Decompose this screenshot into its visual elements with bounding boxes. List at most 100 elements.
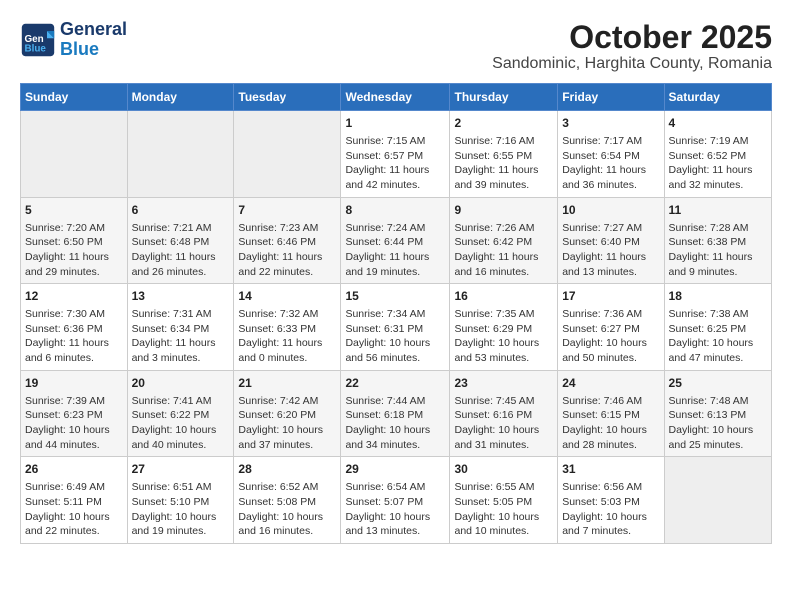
calendar-cell: 7 Sunrise: 7:23 AMSunset: 6:46 PMDayligh… xyxy=(234,197,341,284)
weekday-header-sunday: Sunday xyxy=(21,84,128,111)
weekday-header-tuesday: Tuesday xyxy=(234,84,341,111)
logo: Gen Blue General Blue xyxy=(20,20,127,60)
page-header: Gen Blue General Blue October 2025 Sando… xyxy=(20,20,772,73)
day-number: 9 xyxy=(454,202,553,219)
page-title: October 2025 xyxy=(492,20,772,55)
cell-info: Sunrise: 7:44 AMSunset: 6:18 PMDaylight:… xyxy=(345,395,430,451)
page-subtitle: Sandominic, Harghita County, Romania xyxy=(492,55,772,73)
week-row-2: 5 Sunrise: 7:20 AMSunset: 6:50 PMDayligh… xyxy=(21,197,772,284)
calendar-cell: 2 Sunrise: 7:16 AMSunset: 6:55 PMDayligh… xyxy=(450,111,558,198)
day-number: 13 xyxy=(132,288,230,305)
calendar-cell: 26 Sunrise: 6:49 AMSunset: 5:11 PMDaylig… xyxy=(21,457,128,544)
cell-info: Sunrise: 7:19 AMSunset: 6:52 PMDaylight:… xyxy=(669,135,753,191)
calendar-cell: 8 Sunrise: 7:24 AMSunset: 6:44 PMDayligh… xyxy=(341,197,450,284)
calendar-cell: 22 Sunrise: 7:44 AMSunset: 6:18 PMDaylig… xyxy=(341,370,450,457)
calendar-cell: 21 Sunrise: 7:42 AMSunset: 6:20 PMDaylig… xyxy=(234,370,341,457)
title-block: October 2025 Sandominic, Harghita County… xyxy=(492,20,772,73)
cell-info: Sunrise: 6:51 AMSunset: 5:10 PMDaylight:… xyxy=(132,481,217,537)
weekday-header-row: SundayMondayTuesdayWednesdayThursdayFrid… xyxy=(21,84,772,111)
day-number: 24 xyxy=(562,375,659,392)
cell-info: Sunrise: 7:39 AMSunset: 6:23 PMDaylight:… xyxy=(25,395,110,451)
day-number: 26 xyxy=(25,461,123,478)
day-number: 8 xyxy=(345,202,445,219)
calendar-cell: 11 Sunrise: 7:28 AMSunset: 6:38 PMDaylig… xyxy=(664,197,771,284)
day-number: 15 xyxy=(345,288,445,305)
calendar-cell: 25 Sunrise: 7:48 AMSunset: 6:13 PMDaylig… xyxy=(664,370,771,457)
day-number: 19 xyxy=(25,375,123,392)
cell-info: Sunrise: 7:34 AMSunset: 6:31 PMDaylight:… xyxy=(345,308,430,364)
calendar-cell: 4 Sunrise: 7:19 AMSunset: 6:52 PMDayligh… xyxy=(664,111,771,198)
calendar-cell: 20 Sunrise: 7:41 AMSunset: 6:22 PMDaylig… xyxy=(127,370,234,457)
calendar-cell: 30 Sunrise: 6:55 AMSunset: 5:05 PMDaylig… xyxy=(450,457,558,544)
calendar-cell: 16 Sunrise: 7:35 AMSunset: 6:29 PMDaylig… xyxy=(450,284,558,371)
calendar-cell: 23 Sunrise: 7:45 AMSunset: 6:16 PMDaylig… xyxy=(450,370,558,457)
calendar-cell: 24 Sunrise: 7:46 AMSunset: 6:15 PMDaylig… xyxy=(558,370,664,457)
calendar-cell: 27 Sunrise: 6:51 AMSunset: 5:10 PMDaylig… xyxy=(127,457,234,544)
logo-text: General Blue xyxy=(60,20,127,60)
cell-info: Sunrise: 7:46 AMSunset: 6:15 PMDaylight:… xyxy=(562,395,647,451)
calendar-cell: 10 Sunrise: 7:27 AMSunset: 6:40 PMDaylig… xyxy=(558,197,664,284)
calendar-cell: 13 Sunrise: 7:31 AMSunset: 6:34 PMDaylig… xyxy=(127,284,234,371)
day-number: 12 xyxy=(25,288,123,305)
calendar-cell: 14 Sunrise: 7:32 AMSunset: 6:33 PMDaylig… xyxy=(234,284,341,371)
calendar-cell: 19 Sunrise: 7:39 AMSunset: 6:23 PMDaylig… xyxy=(21,370,128,457)
svg-text:Blue: Blue xyxy=(25,43,47,54)
day-number: 6 xyxy=(132,202,230,219)
day-number: 14 xyxy=(238,288,336,305)
cell-info: Sunrise: 7:35 AMSunset: 6:29 PMDaylight:… xyxy=(454,308,539,364)
cell-info: Sunrise: 7:30 AMSunset: 6:36 PMDaylight:… xyxy=(25,308,109,364)
calendar-cell xyxy=(21,111,128,198)
week-row-1: 1 Sunrise: 7:15 AMSunset: 6:57 PMDayligh… xyxy=(21,111,772,198)
cell-info: Sunrise: 7:36 AMSunset: 6:27 PMDaylight:… xyxy=(562,308,647,364)
calendar-header: SundayMondayTuesdayWednesdayThursdayFrid… xyxy=(21,84,772,111)
cell-info: Sunrise: 6:56 AMSunset: 5:03 PMDaylight:… xyxy=(562,481,647,537)
cell-info: Sunrise: 7:41 AMSunset: 6:22 PMDaylight:… xyxy=(132,395,217,451)
day-number: 7 xyxy=(238,202,336,219)
weekday-header-friday: Friday xyxy=(558,84,664,111)
day-number: 30 xyxy=(454,461,553,478)
logo-line1: General xyxy=(60,20,127,40)
day-number: 5 xyxy=(25,202,123,219)
cell-info: Sunrise: 7:45 AMSunset: 6:16 PMDaylight:… xyxy=(454,395,539,451)
calendar-cell xyxy=(127,111,234,198)
cell-info: Sunrise: 6:55 AMSunset: 5:05 PMDaylight:… xyxy=(454,481,539,537)
day-number: 4 xyxy=(669,115,767,132)
day-number: 1 xyxy=(345,115,445,132)
day-number: 23 xyxy=(454,375,553,392)
cell-info: Sunrise: 7:42 AMSunset: 6:20 PMDaylight:… xyxy=(238,395,323,451)
day-number: 27 xyxy=(132,461,230,478)
day-number: 17 xyxy=(562,288,659,305)
cell-info: Sunrise: 7:15 AMSunset: 6:57 PMDaylight:… xyxy=(345,135,429,191)
cell-info: Sunrise: 6:52 AMSunset: 5:08 PMDaylight:… xyxy=(238,481,323,537)
cell-info: Sunrise: 7:28 AMSunset: 6:38 PMDaylight:… xyxy=(669,222,753,278)
cell-info: Sunrise: 7:32 AMSunset: 6:33 PMDaylight:… xyxy=(238,308,322,364)
calendar-cell: 3 Sunrise: 7:17 AMSunset: 6:54 PMDayligh… xyxy=(558,111,664,198)
cell-info: Sunrise: 7:31 AMSunset: 6:34 PMDaylight:… xyxy=(132,308,216,364)
day-number: 2 xyxy=(454,115,553,132)
weekday-header-monday: Monday xyxy=(127,84,234,111)
logo-icon: Gen Blue xyxy=(20,22,56,58)
cell-info: Sunrise: 7:38 AMSunset: 6:25 PMDaylight:… xyxy=(669,308,754,364)
calendar-cell: 29 Sunrise: 6:54 AMSunset: 5:07 PMDaylig… xyxy=(341,457,450,544)
cell-info: Sunrise: 7:17 AMSunset: 6:54 PMDaylight:… xyxy=(562,135,646,191)
day-number: 22 xyxy=(345,375,445,392)
day-number: 3 xyxy=(562,115,659,132)
day-number: 25 xyxy=(669,375,767,392)
logo-line2: Blue xyxy=(60,40,127,60)
cell-info: Sunrise: 7:20 AMSunset: 6:50 PMDaylight:… xyxy=(25,222,109,278)
calendar-cell: 18 Sunrise: 7:38 AMSunset: 6:25 PMDaylig… xyxy=(664,284,771,371)
cell-info: Sunrise: 7:24 AMSunset: 6:44 PMDaylight:… xyxy=(345,222,429,278)
calendar-body: 1 Sunrise: 7:15 AMSunset: 6:57 PMDayligh… xyxy=(21,111,772,544)
calendar-cell xyxy=(234,111,341,198)
cell-info: Sunrise: 7:48 AMSunset: 6:13 PMDaylight:… xyxy=(669,395,754,451)
cell-info: Sunrise: 7:23 AMSunset: 6:46 PMDaylight:… xyxy=(238,222,322,278)
cell-info: Sunrise: 7:21 AMSunset: 6:48 PMDaylight:… xyxy=(132,222,216,278)
week-row-4: 19 Sunrise: 7:39 AMSunset: 6:23 PMDaylig… xyxy=(21,370,772,457)
day-number: 31 xyxy=(562,461,659,478)
calendar-cell: 31 Sunrise: 6:56 AMSunset: 5:03 PMDaylig… xyxy=(558,457,664,544)
cell-info: Sunrise: 6:49 AMSunset: 5:11 PMDaylight:… xyxy=(25,481,110,537)
day-number: 16 xyxy=(454,288,553,305)
week-row-3: 12 Sunrise: 7:30 AMSunset: 6:36 PMDaylig… xyxy=(21,284,772,371)
cell-info: Sunrise: 6:54 AMSunset: 5:07 PMDaylight:… xyxy=(345,481,430,537)
cell-info: Sunrise: 7:16 AMSunset: 6:55 PMDaylight:… xyxy=(454,135,538,191)
